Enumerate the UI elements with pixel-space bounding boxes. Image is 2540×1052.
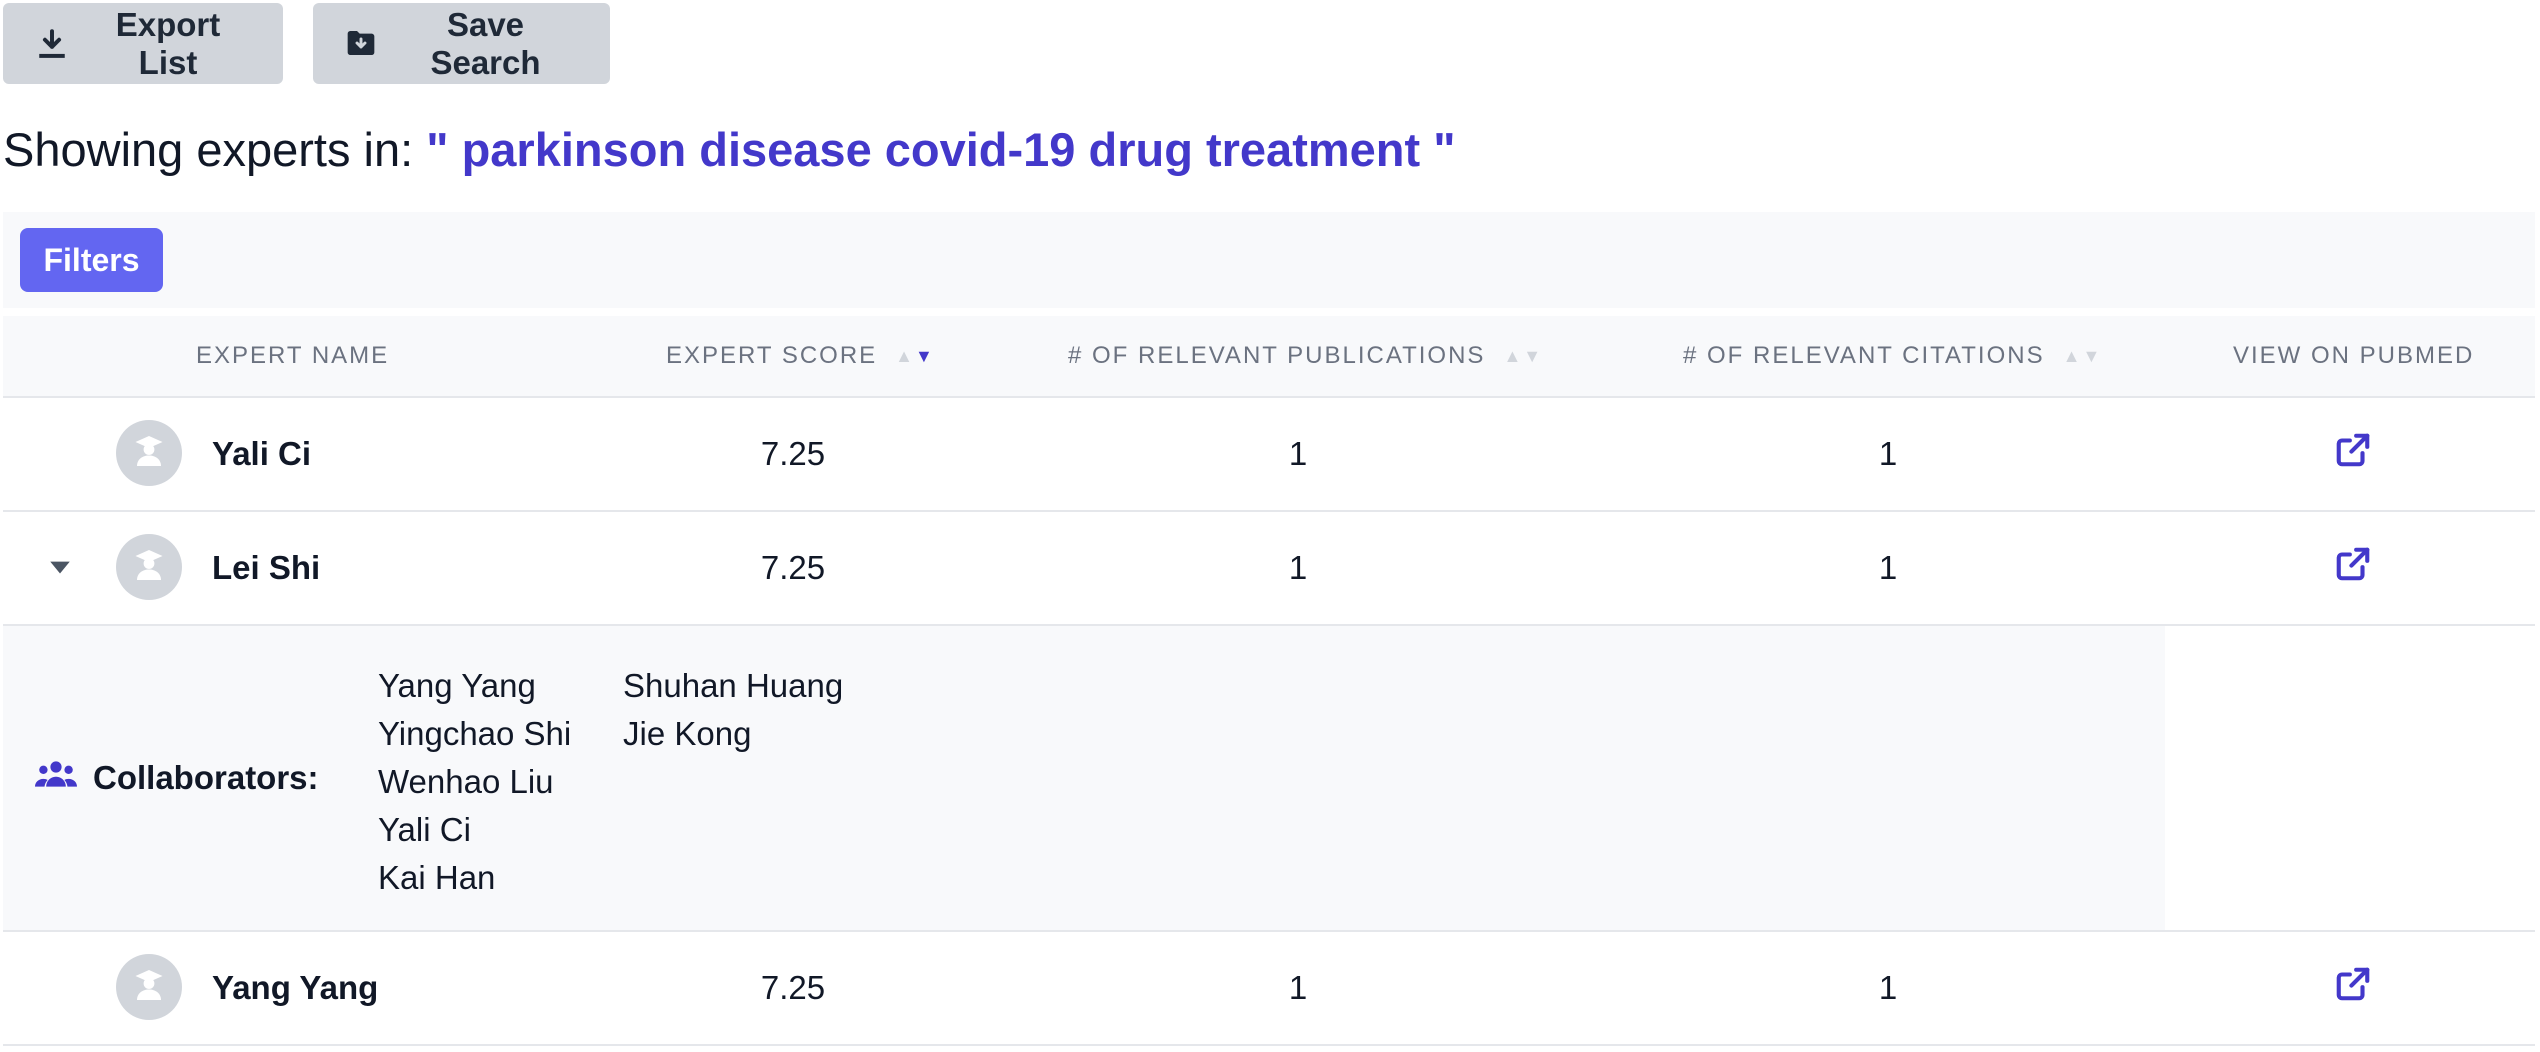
column-header-citations-label: # OF RELEVANT CITATIONS — [1683, 342, 2045, 369]
toolbar: Export List Save Search — [3, 3, 610, 84]
user-graduate-icon — [131, 967, 167, 1008]
column-header-pubmed-label: VIEW ON PUBMED — [2233, 342, 2475, 369]
page-title-prefix: Showing experts in: — [3, 123, 427, 176]
download-icon — [35, 27, 69, 61]
caret-down-icon — [47, 554, 73, 585]
page-title: Showing experts in: " parkinson disease … — [3, 122, 1455, 177]
expert-score: 7.25 — [760, 969, 826, 1006]
column-header-pubmed: VIEW ON PUBMED — [2233, 316, 2474, 396]
table-row[interactable]: Lei Shi 7.25 1 1 — [3, 512, 2535, 626]
column-header-expert-score-label: EXPERT SCORE — [666, 342, 878, 369]
expand-toggle[interactable] — [47, 556, 73, 582]
expert-name[interactable]: Yang Yang — [212, 932, 378, 1044]
users-icon — [35, 757, 77, 799]
collaborator-name[interactable]: Wenhao Liu — [378, 758, 571, 806]
table-header: EXPERT NAME EXPERT SCORE ▲ ▼ # OF RELEVAN… — [3, 316, 2535, 398]
column-header-publications[interactable]: # OF RELEVANT PUBLICATIONS ▲ ▼ — [1068, 316, 1541, 396]
external-link-icon — [2334, 431, 2372, 477]
expert-score: 7.25 — [760, 549, 826, 586]
publication-count: 1 — [1288, 969, 1308, 1006]
save-search-button[interactable]: Save Search — [313, 3, 610, 84]
table-row[interactable]: Yali Ci 7.25 1 1 — [3, 398, 2535, 512]
folder-download-icon — [345, 27, 377, 61]
publication-count: 1 — [1288, 435, 1308, 472]
sort-icon: ▲ ▼ — [1503, 345, 1542, 366]
column-header-citations[interactable]: # OF RELEVANT CITATIONS ▲ ▼ — [1683, 316, 2100, 396]
collaborators-panel: Collaborators: Yang Yang Yingchao Shi We… — [3, 626, 2535, 932]
expert-score: 7.25 — [760, 435, 826, 472]
collaborators-label: Collaborators: — [35, 626, 319, 930]
expert-name[interactable]: Lei Shi — [212, 512, 320, 624]
filter-bar: Filters — [3, 212, 2535, 308]
collaborators-panel-body: Collaborators: Yang Yang Yingchao Shi We… — [3, 626, 2165, 930]
experts-page: Export List Save Search Showing experts … — [0, 0, 2540, 1052]
save-search-label: Save Search — [430, 5, 541, 81]
external-link-icon — [2334, 965, 2372, 1011]
search-query: " parkinson disease covid-19 drug treatm… — [426, 123, 1456, 176]
sort-icon: ▲ ▼ — [895, 345, 933, 366]
export-list-button[interactable]: Export List — [3, 3, 283, 84]
collaborator-name[interactable]: Shuhan Huang — [623, 662, 843, 710]
filters-button[interactable]: Filters — [20, 228, 163, 292]
avatar — [116, 534, 182, 600]
export-list-label: Export List — [115, 5, 221, 81]
column-header-publications-label: # OF RELEVANT PUBLICATIONS — [1068, 342, 1486, 369]
collaborator-name[interactable]: Yingchao Shi — [378, 710, 571, 758]
column-header-expert-name-label: EXPERT NAME — [196, 342, 390, 369]
publication-count: 1 — [1288, 549, 1308, 586]
collaborators-column-1: Yang Yang Yingchao Shi Wenhao Liu Yali C… — [378, 662, 571, 902]
citation-count: 1 — [1878, 435, 1898, 472]
collaborator-name[interactable]: Yang Yang — [378, 662, 571, 710]
collaborator-name[interactable]: Yali Ci — [378, 806, 571, 854]
pubmed-link[interactable] — [2321, 932, 2385, 1044]
external-link-icon — [2334, 545, 2372, 591]
collaborators-column-2: Shuhan Huang Jie Kong — [623, 662, 843, 758]
collaborator-name[interactable]: Kai Han — [378, 854, 571, 902]
expert-name[interactable]: Yali Ci — [212, 398, 311, 510]
citation-count: 1 — [1878, 549, 1898, 586]
user-graduate-icon — [131, 547, 167, 588]
user-graduate-icon — [131, 433, 167, 474]
column-header-expert-score[interactable]: EXPERT SCORE ▲ ▼ — [666, 316, 933, 396]
avatar — [116, 420, 182, 486]
collaborators-label-text: Collaborators: — [93, 759, 319, 796]
table-row[interactable]: Yang Yang 7.25 1 1 — [3, 932, 2535, 1046]
collaborator-name[interactable]: Jie Kong — [623, 710, 843, 758]
sort-icon: ▲ ▼ — [2062, 345, 2101, 366]
pubmed-link[interactable] — [2321, 512, 2385, 624]
avatar — [116, 954, 182, 1020]
pubmed-link[interactable] — [2321, 398, 2385, 510]
column-header-expert-name: EXPERT NAME — [196, 316, 389, 396]
citation-count: 1 — [1878, 969, 1898, 1006]
